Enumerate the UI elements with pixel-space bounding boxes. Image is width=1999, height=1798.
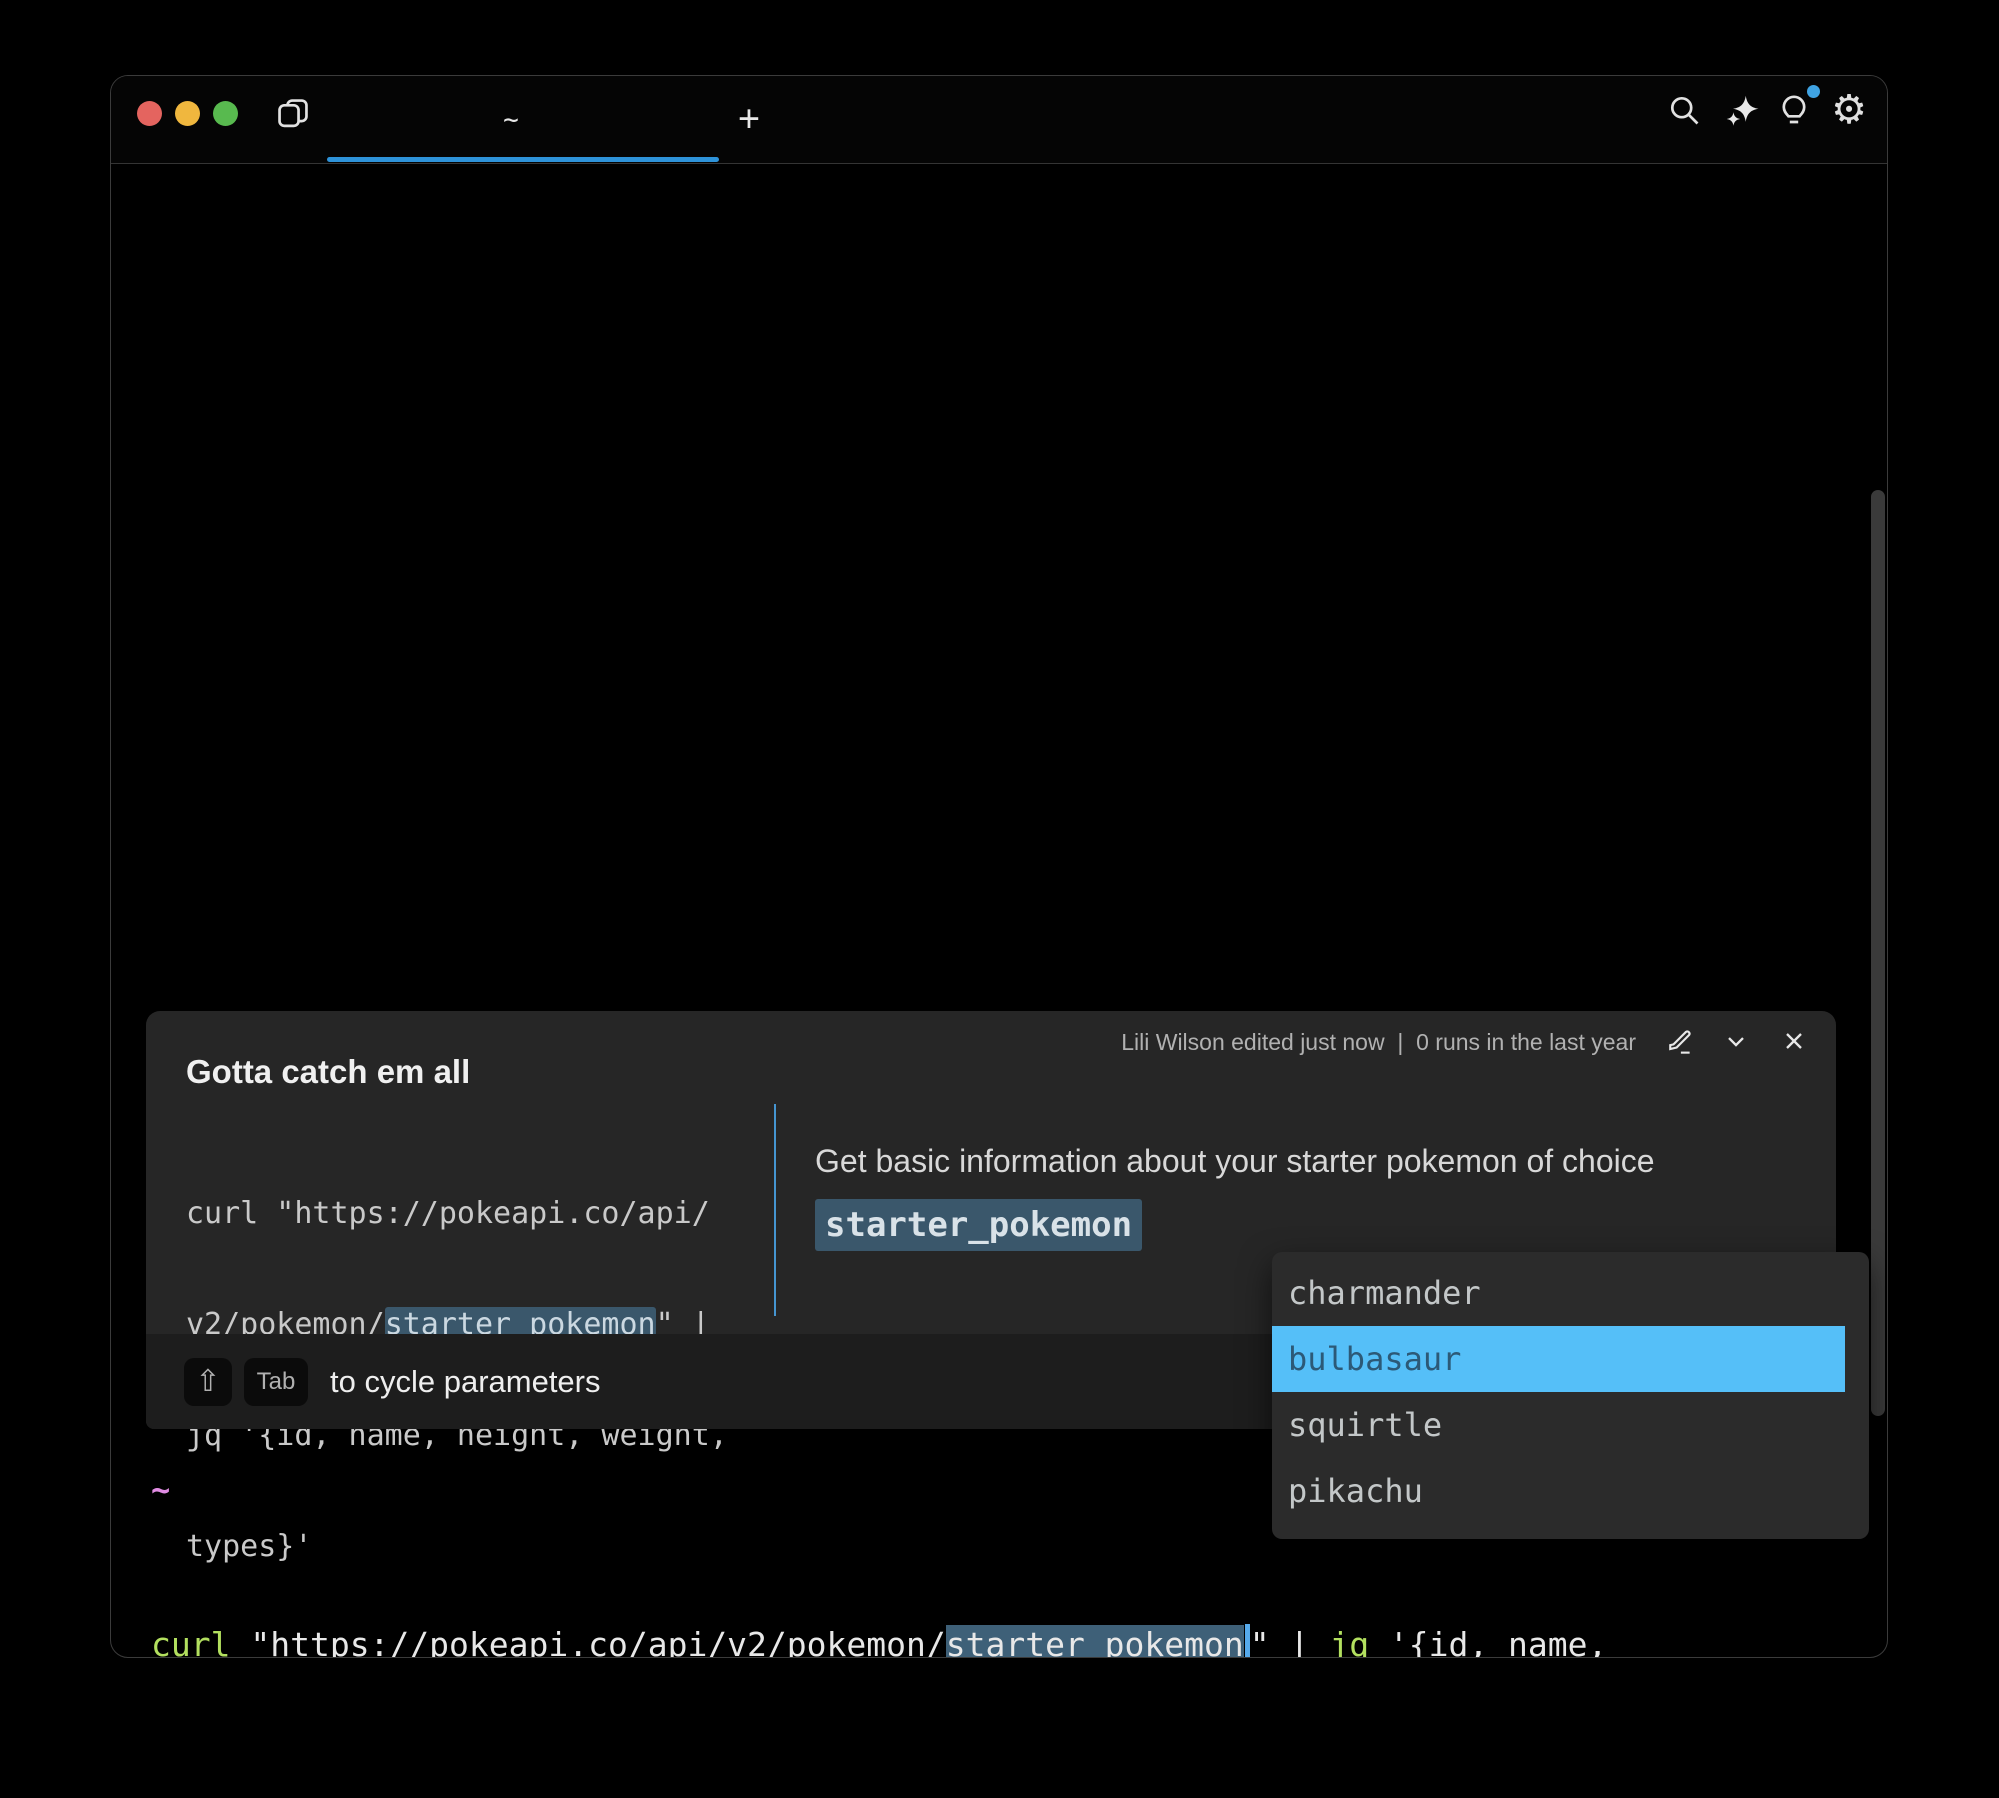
close-icon (1780, 1027, 1808, 1055)
shift-icon: ⇧ (195, 1364, 220, 1399)
gear-icon: ⚙ (1831, 88, 1867, 132)
pencil-icon (1664, 1027, 1694, 1057)
workflow-title: Gotta catch em all (186, 1053, 470, 1091)
sparkles-icon (1724, 92, 1760, 128)
titlebar: ~ + ⚙ (111, 76, 1887, 164)
new-tab-button[interactable]: + (738, 99, 760, 142)
tabs-overview-button[interactable] (274, 95, 312, 133)
command-line: curl "https://pokeapi.co/api/ (186, 1195, 728, 1232)
workflow-description: Get basic information about your starter… (815, 1143, 1655, 1180)
notification-dot (1807, 85, 1820, 98)
terminal-window: ~ + ⚙ Lili Wilson edited (110, 75, 1888, 1658)
search-icon (1666, 92, 1702, 128)
tabs-overview-icon (274, 95, 312, 133)
terminal-prompt: ~ (151, 1471, 170, 1509)
settings-button[interactable]: ⚙ (1827, 88, 1871, 124)
tips-button[interactable] (1776, 92, 1812, 128)
chevron-down-icon (1722, 1027, 1750, 1055)
terminal-command-line-1: curl "https://pokeapi.co/api/v2/pokemon/… (151, 1622, 1607, 1658)
collapse-panel-button[interactable] (1722, 1027, 1752, 1057)
parameter-token[interactable]: starter_pokemon (815, 1199, 1142, 1251)
shift-key-badge: ⇧ (184, 1358, 232, 1406)
column-divider (774, 1104, 776, 1316)
maximize-window-button[interactable] (213, 101, 238, 126)
dropdown-option-squirtle[interactable]: squirtle (1272, 1392, 1869, 1458)
edit-workflow-button[interactable] (1664, 1027, 1694, 1057)
close-window-button[interactable] (137, 101, 162, 126)
dropdown-option-pikachu[interactable]: pikachu (1272, 1458, 1869, 1524)
ai-button[interactable] (1724, 92, 1760, 128)
workflow-meta: Lili Wilson edited just now | 0 runs in … (1121, 1027, 1810, 1057)
hint-text: to cycle parameters (330, 1364, 601, 1400)
close-panel-button[interactable] (1780, 1027, 1810, 1057)
lightbulb-icon (1776, 92, 1812, 128)
workflow-meta-text: Lili Wilson edited just now | 0 runs in … (1121, 1029, 1636, 1056)
terminal-scrollbar[interactable] (1871, 490, 1885, 1416)
parameter-dropdown: charmander bulbasaur squirtle pikachu (1272, 1252, 1869, 1539)
selected-parameter[interactable]: starter_pokemon (946, 1625, 1244, 1658)
search-button[interactable] (1666, 92, 1702, 128)
active-tab-underline (327, 157, 719, 162)
dropdown-option-bulbasaur[interactable]: bulbasaur (1272, 1326, 1845, 1392)
tab-key-badge: Tab (244, 1358, 308, 1406)
dropdown-option-charmander[interactable]: charmander (1272, 1260, 1869, 1326)
minimize-window-button[interactable] (175, 101, 200, 126)
terminal-command-input[interactable]: curl "https://pokeapi.co/api/v2/pokemon/… (151, 1532, 1607, 1658)
tab-home[interactable]: ~ (503, 105, 519, 135)
